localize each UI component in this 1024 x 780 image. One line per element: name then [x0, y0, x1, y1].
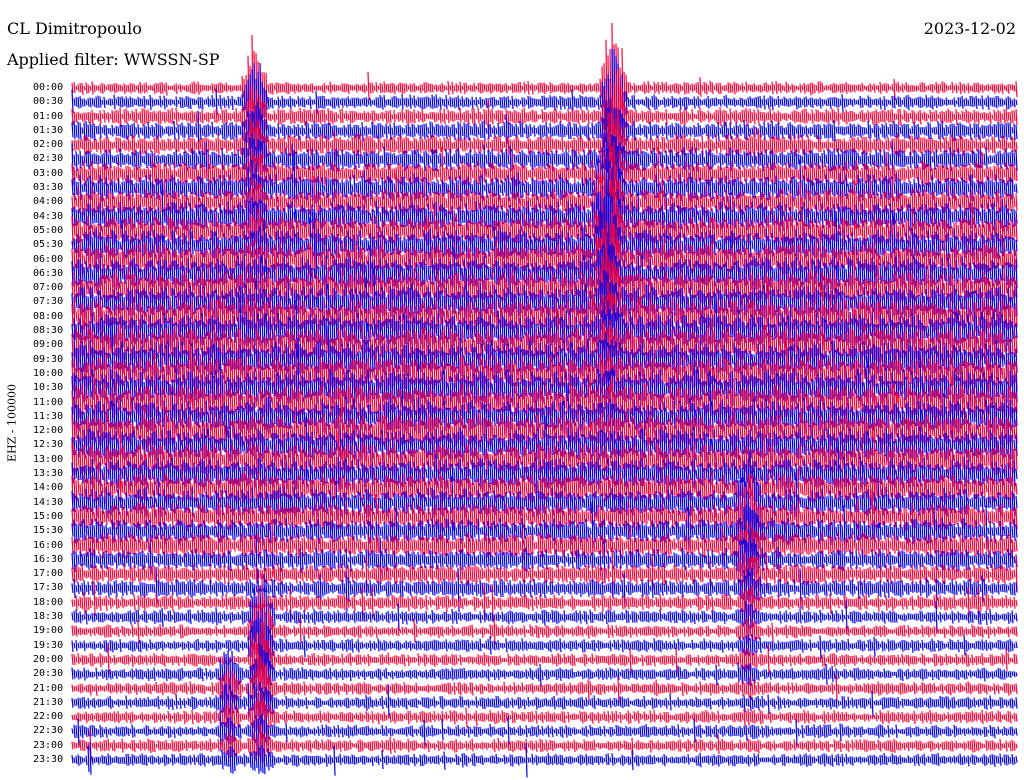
time-tick-label: 07:00	[33, 282, 64, 294]
time-tick-label: 01:00	[33, 110, 64, 122]
time-tick-label: 17:00	[33, 568, 64, 580]
time-tick-label: 12:30	[33, 439, 64, 451]
time-tick-label: 11:00	[33, 396, 64, 408]
time-tick-label: 18:00	[33, 596, 64, 608]
time-tick-label: 20:30	[33, 668, 64, 680]
time-tick-label: 19:30	[33, 639, 64, 651]
time-tick-label: 07:30	[33, 296, 64, 308]
time-tick-label: 14:00	[33, 482, 64, 494]
trace-line-2100	[71, 656, 1018, 719]
time-tick-label: 05:00	[33, 224, 64, 236]
time-tick-label: 03:30	[33, 182, 64, 194]
time-tick-label: 03:00	[33, 167, 64, 179]
time-tick-label: 08:00	[33, 310, 64, 322]
time-tick-label: 09:30	[33, 353, 64, 365]
time-tick-label: 10:00	[33, 367, 64, 379]
time-tick-label: 15:00	[33, 510, 64, 522]
station-name: CL Dimitropoulo	[7, 19, 142, 38]
time-tick-label: 05:30	[33, 239, 64, 251]
time-tick-label: 06:30	[33, 267, 64, 279]
time-tick-label: 08:30	[33, 325, 64, 337]
time-tick-label: 11:30	[33, 410, 64, 422]
time-tick-label: 04:30	[33, 210, 64, 222]
time-tick-label: 00:30	[33, 96, 64, 108]
time-tick-label: 16:30	[33, 553, 64, 565]
time-tick-label: 12:00	[33, 425, 64, 437]
time-tick-label: 22:00	[33, 711, 64, 723]
helicorder-plot	[71, 22, 1018, 778]
time-tick-label: 15:30	[33, 525, 64, 537]
time-tick-label: 13:30	[33, 468, 64, 480]
time-tick-label: 10:30	[33, 382, 64, 394]
time-tick-label: 22:30	[33, 725, 64, 737]
time-tick-label: 14:30	[33, 496, 64, 508]
time-tick-label: 21:30	[33, 696, 64, 708]
time-tick-label: 09:00	[33, 339, 64, 351]
time-tick-label: 02:30	[33, 153, 64, 165]
time-tick-label: 21:00	[33, 682, 64, 694]
time-tick-label: 23:00	[33, 739, 64, 751]
time-tick-label: 17:30	[33, 582, 64, 594]
time-tick-label: 02:00	[33, 139, 64, 151]
time-tick-label: 01:30	[33, 124, 64, 136]
time-tick-label: 18:30	[33, 611, 64, 623]
time-tick-label: 23:30	[33, 754, 64, 765]
time-tick-label: 04:00	[33, 196, 64, 208]
time-tick-label: 20:00	[33, 653, 64, 665]
date-label: 2023-12-02	[923, 19, 1016, 38]
time-tick-label: 19:00	[33, 625, 64, 637]
time-tick-label: 16:00	[33, 539, 64, 551]
y-axis-label: EHZ - 100000	[5, 384, 19, 462]
time-tick-label: 13:00	[33, 453, 64, 465]
time-tick-label: 00:00	[33, 82, 64, 93]
time-tick-label: 06:00	[33, 253, 64, 265]
applied-filter-label: Applied filter: WWSSN-SP	[7, 50, 220, 69]
